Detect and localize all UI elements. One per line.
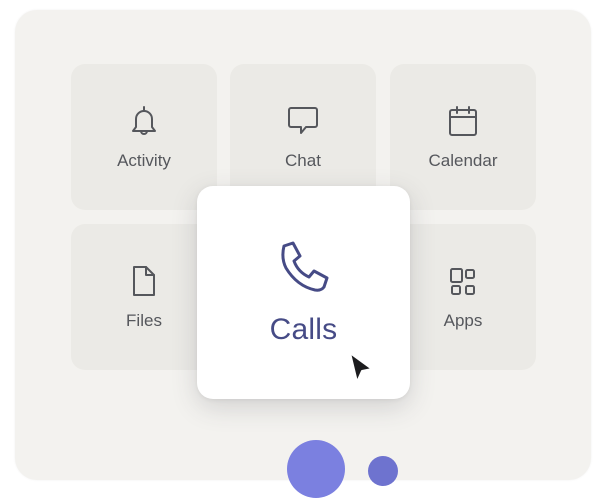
calendar-icon — [445, 103, 481, 139]
tile-activity[interactable]: Activity — [71, 64, 217, 210]
dock-button-primary[interactable] — [287, 440, 345, 498]
chat-icon — [285, 103, 321, 139]
tile-files-label: Files — [126, 311, 162, 330]
tile-apps[interactable]: Apps — [390, 224, 536, 370]
tile-calls[interactable]: Calls — [197, 186, 410, 399]
tile-chat-label: Chat — [285, 151, 321, 170]
tile-activity-label: Activity — [117, 151, 171, 170]
tile-files[interactable]: Files — [71, 224, 217, 370]
apps-icon — [445, 263, 481, 299]
tile-calls-label: Calls — [269, 313, 338, 346]
file-icon — [126, 263, 162, 299]
phone-icon — [275, 238, 333, 296]
tile-calendar[interactable]: Calendar — [390, 64, 536, 210]
tile-calendar-label: Calendar — [428, 151, 498, 170]
mouse-pointer-icon — [346, 350, 376, 386]
bell-icon — [126, 103, 162, 139]
tile-apps-label: Apps — [443, 311, 483, 330]
